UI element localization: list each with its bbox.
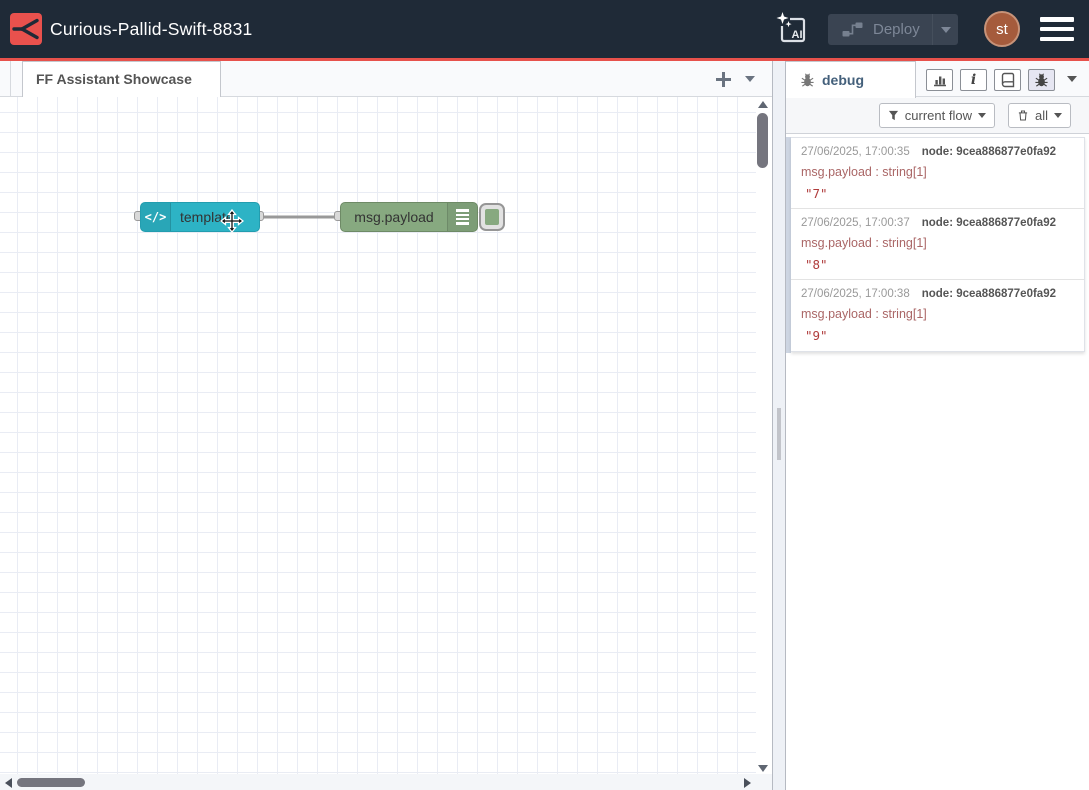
flow-tab-bar: FF Assistant Showcase [0,61,772,97]
debug-message[interactable]: 27/06/2025, 17:00:38 node: 9cea886877e0f… [791,280,1084,351]
canvas-horizontal-scrollbar[interactable] [0,774,772,790]
message-property-type[interactable]: msg.payload : string[1] [801,236,1074,250]
help-button[interactable] [994,69,1021,91]
avatar-initials: st [996,21,1008,38]
tab-debug[interactable]: debug [786,61,916,98]
book-icon [1000,72,1016,88]
clear-all-button[interactable]: all [1008,103,1071,128]
funnel-icon [888,110,899,121]
message-timestamp: 27/06/2025, 17:00:37 [801,217,910,229]
debug-message[interactable]: 27/06/2025, 17:00:35 node: 9cea886877e0f… [791,138,1084,209]
splitter-grip[interactable] [777,408,781,460]
flow-list-caret[interactable] [745,76,755,82]
hamburger-icon [1040,17,1074,22]
chevron-down-icon [745,76,755,82]
chevron-down-icon [941,27,951,33]
sidebar-splitter[interactable] [772,61,786,790]
message-property-type[interactable]: msg.payload : string[1] [801,307,1074,321]
chevron-down-icon [1054,113,1062,118]
add-flow-button[interactable] [708,61,738,97]
message-node-id: node: 9cea886877e0fa92 [922,288,1056,300]
chevron-down-icon [978,113,986,118]
tab-bar-edge [10,61,11,97]
horizontal-scrollbar-thumb[interactable] [17,778,85,787]
debug-message[interactable]: 27/06/2025, 17:00:37 node: 9cea886877e0f… [791,209,1084,280]
trash-icon [1017,109,1029,122]
svg-text:AI: AI [792,29,803,41]
bug-icon [1034,73,1049,88]
deploy-button[interactable]: Deploy [828,14,958,45]
message-value: "7" [801,186,1074,201]
info-icon: i [971,73,976,87]
debug-toolbar: current flow all [786,97,1089,134]
deploy-label: Deploy [873,21,932,38]
scroll-down-arrow-icon[interactable] [758,765,768,772]
message-timestamp: 27/06/2025, 17:00:38 [801,288,910,300]
clear-label: all [1035,108,1048,123]
sidebar: debug i [786,61,1089,790]
header: Curious-Pallid-Swift-8831 AI Deploy st [0,0,1089,58]
bar-chart-icon [932,72,948,88]
debug-console-icon [447,203,477,231]
flow-canvas[interactable]: </> template msg.payload [0,97,756,774]
template-code-icon: </> [141,203,171,231]
debug-tab-label: debug [822,72,864,88]
debug-message-list: 27/06/2025, 17:00:35 node: 9cea886877e0f… [791,137,1085,352]
user-avatar[interactable]: st [984,11,1020,47]
message-value: "9" [801,328,1074,343]
instance-title: Curious-Pallid-Swift-8831 [50,0,252,58]
filter-label: current flow [905,108,972,123]
message-value: "8" [801,257,1074,272]
message-timestamp: 27/06/2025, 17:00:35 [801,146,910,158]
scroll-up-arrow-icon[interactable] [758,101,768,108]
debug-messages-button[interactable] [1028,69,1055,91]
info-button[interactable]: i [960,69,987,91]
message-node-id: node: 9cea886877e0fa92 [922,146,1056,158]
sidebar-tabs-caret[interactable] [1067,76,1077,82]
sidebar-tab-bar: debug i [786,61,1089,97]
vertical-scrollbar-thumb[interactable] [757,113,768,168]
debug-enable-toggle[interactable] [479,203,505,231]
wires-layer [0,97,756,774]
deploy-nodes-icon [842,22,863,37]
node-msg-payload[interactable]: msg.payload [340,202,478,232]
canvas-vertical-scrollbar[interactable] [754,97,772,774]
tab-ff-assistant-showcase[interactable]: FF Assistant Showcase [22,61,221,97]
message-property-type[interactable]: msg.payload : string[1] [801,165,1074,179]
chevron-down-icon [1067,76,1077,82]
ai-assistant-button[interactable]: AI [773,10,811,48]
message-node-id: node: 9cea886877e0fa92 [922,217,1056,229]
move-cursor-icon [220,209,244,233]
node-label: template [171,203,259,231]
deploy-options-caret[interactable] [932,14,958,45]
scroll-left-arrow-icon[interactable] [5,778,12,788]
bug-icon [800,73,815,88]
filter-current-flow-button[interactable]: current flow [879,103,995,128]
dashboard-chart-button[interactable] [926,69,953,91]
flowfuse-logo-icon [10,13,42,45]
main-menu-button[interactable] [1040,17,1074,41]
scroll-right-arrow-icon[interactable] [744,778,751,788]
node-red-editor: Curious-Pallid-Swift-8831 AI Deploy st [0,0,1089,790]
node-label: msg.payload [341,203,447,231]
